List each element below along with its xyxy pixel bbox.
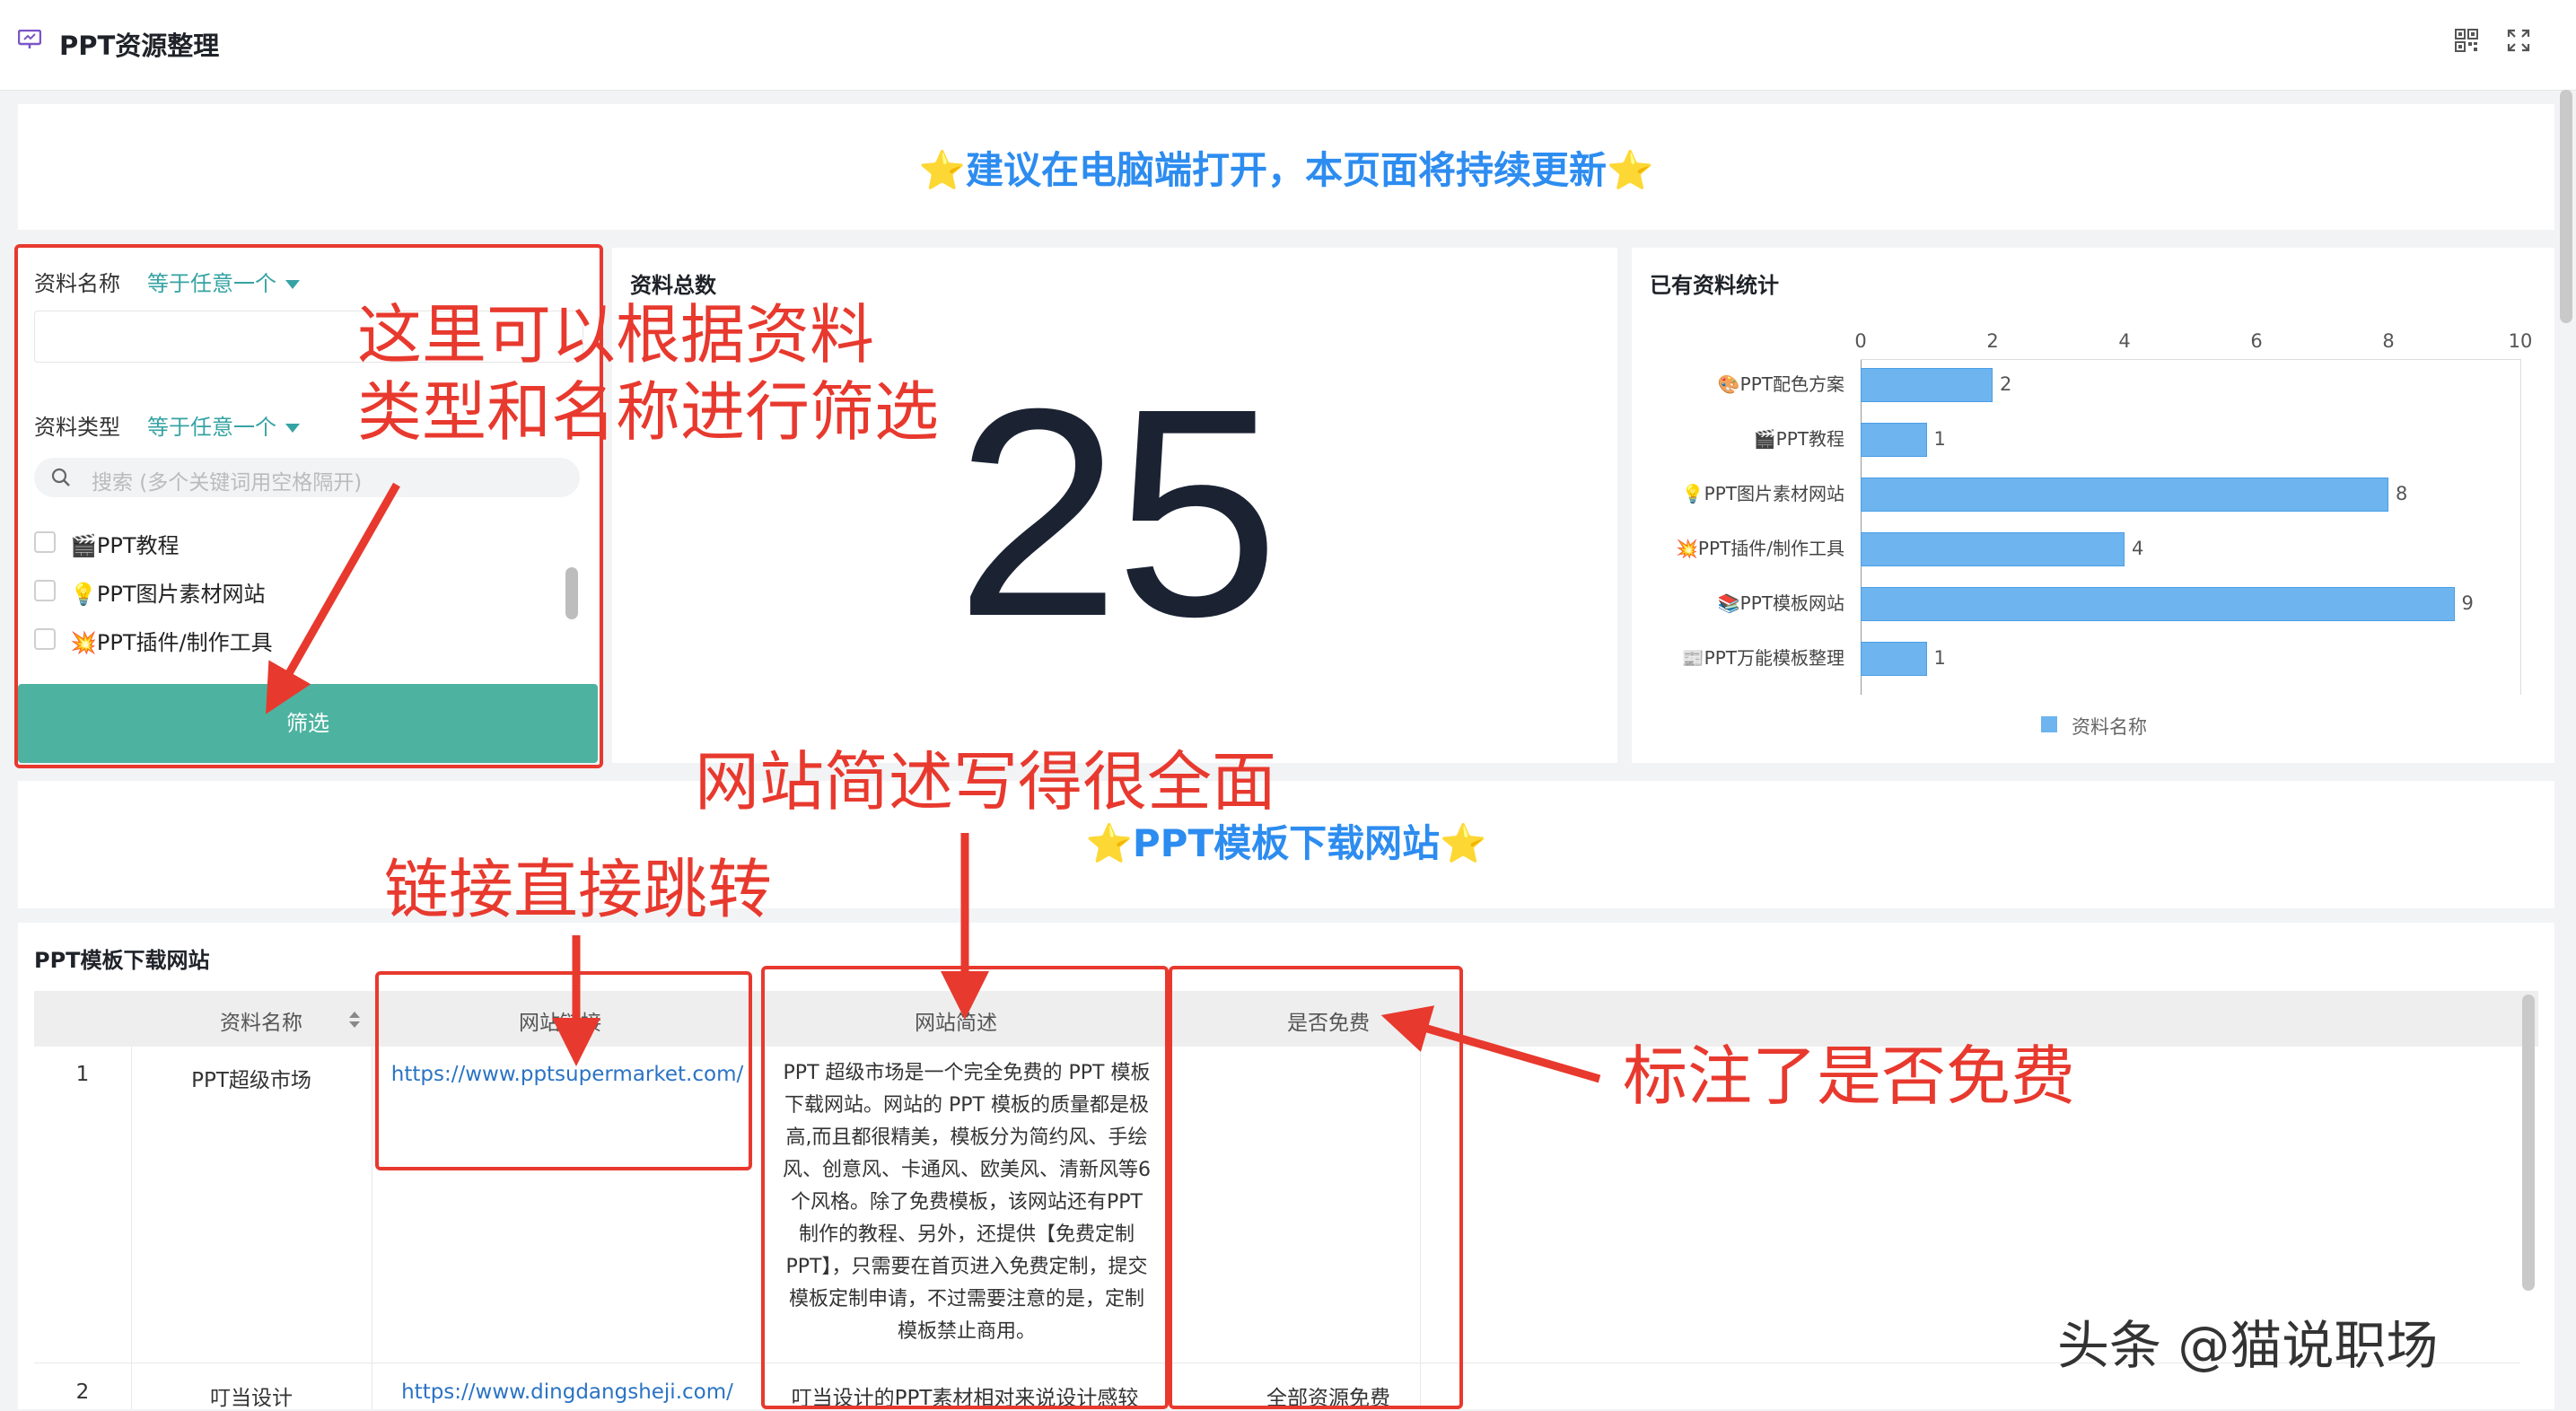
annotation-free: 标注了是否免费 xyxy=(1623,1039,2076,1114)
annotation-desc: 网站简述写得很全面 xyxy=(695,744,1277,819)
arrow-free xyxy=(1380,1005,1601,1083)
annotation-link: 链接直接跳转 xyxy=(384,852,773,927)
watermark: 头条 @猫说职场 xyxy=(2057,1315,2439,1376)
arrow-filter xyxy=(266,482,400,714)
annotation-arrows xyxy=(266,482,1601,1083)
annotation-filter: 这里可以根据资料 类型和名称进行筛选 xyxy=(357,297,940,450)
